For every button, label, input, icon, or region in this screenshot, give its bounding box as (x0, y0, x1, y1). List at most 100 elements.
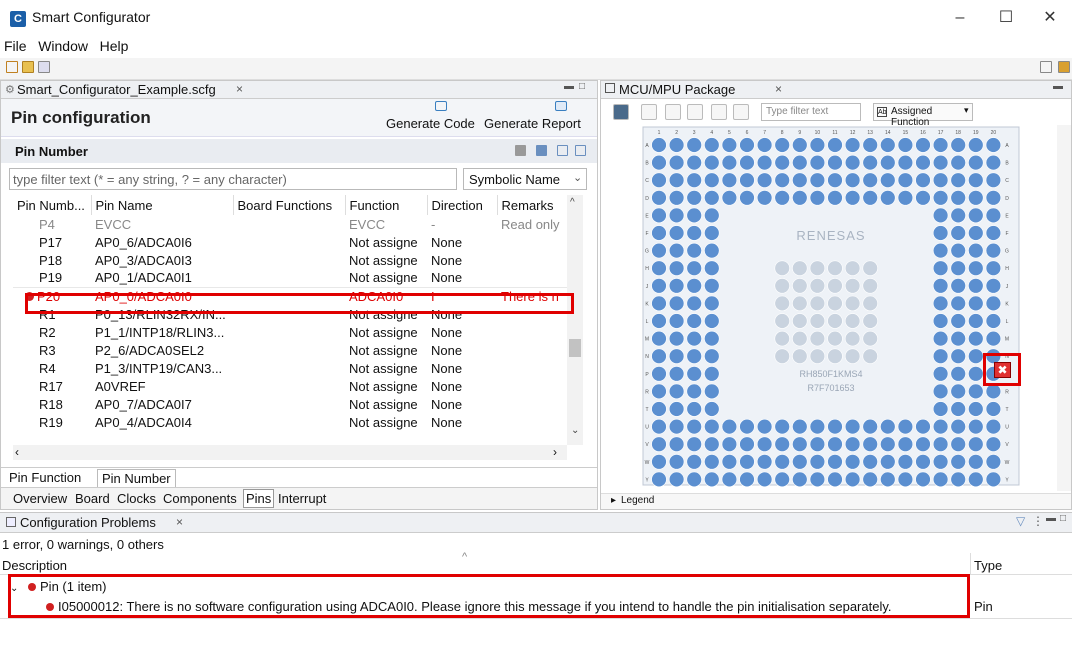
package-pin[interactable] (985, 383, 1002, 400)
package-pin[interactable] (915, 436, 931, 452)
package-pin[interactable] (686, 190, 702, 206)
package-pin[interactable] (668, 190, 685, 206)
package-pin[interactable] (809, 154, 826, 171)
package-pin[interactable] (739, 418, 755, 435)
package-pin[interactable] (756, 137, 773, 153)
package-pin[interactable] (932, 418, 949, 435)
package-pin[interactable] (792, 471, 808, 488)
table-row[interactable]: R19 AP0_4/ADCA0I4 Not assigne None (13, 413, 569, 431)
package-pin[interactable] (985, 190, 1002, 206)
filter-icon[interactable]: ▽ (1016, 514, 1025, 528)
package-pin[interactable] (932, 225, 949, 241)
table-h-scrollbar[interactable]: ‹ › (13, 445, 567, 460)
package-pin[interactable] (827, 348, 843, 364)
package-pin[interactable] (704, 454, 720, 470)
column-header[interactable]: Direction (427, 195, 498, 215)
package-pin[interactable] (968, 348, 984, 364)
package-pin[interactable] (915, 172, 931, 188)
package-pin[interactable] (862, 260, 878, 276)
package-pin[interactable] (862, 137, 878, 153)
package-pin[interactable] (739, 154, 755, 171)
package-pin[interactable] (774, 454, 790, 470)
package-pin[interactable] (721, 154, 738, 171)
package-pin[interactable] (668, 471, 685, 488)
package-pin[interactable] (668, 313, 685, 329)
package-pin[interactable] (968, 295, 984, 312)
fit-icon[interactable] (711, 104, 727, 120)
package-pin[interactable] (668, 366, 685, 382)
package-pin[interactable] (686, 418, 702, 435)
package-pin[interactable] (880, 454, 896, 470)
package-pin[interactable] (844, 330, 861, 347)
package-pin[interactable] (862, 436, 878, 452)
package-pin[interactable] (651, 172, 667, 188)
package-pin[interactable] (686, 260, 702, 276)
actual-size-icon[interactable] (733, 104, 749, 120)
package-pin[interactable] (721, 137, 738, 153)
package-pin[interactable] (827, 330, 843, 347)
package-pin[interactable] (686, 330, 702, 347)
package-pin[interactable] (792, 330, 808, 347)
package-pin[interactable] (985, 260, 1002, 276)
package-pin[interactable] (862, 348, 878, 364)
package-pin[interactable] (809, 313, 826, 329)
package-pin[interactable] (686, 313, 702, 329)
package-pin[interactable] (704, 348, 720, 364)
error-pin-icon[interactable]: ✖ (994, 362, 1011, 378)
package-pin[interactable] (809, 436, 826, 452)
package-pin[interactable] (651, 225, 667, 241)
package-pin[interactable] (932, 401, 949, 417)
package-pin[interactable] (985, 436, 1002, 452)
menu-window[interactable]: Window (34, 36, 92, 54)
type-column-header[interactable]: Type (974, 558, 1002, 573)
package-pin[interactable] (844, 471, 861, 488)
package-pin[interactable] (809, 330, 826, 347)
package-pin[interactable] (756, 154, 773, 171)
package-pin[interactable] (897, 137, 914, 153)
package-pin[interactable] (950, 436, 966, 452)
package-pin[interactable] (739, 454, 755, 470)
view-menu-icon[interactable]: ⋮ (1032, 514, 1044, 528)
package-pin[interactable] (651, 278, 667, 294)
package-pin[interactable] (915, 190, 931, 206)
save-image-icon[interactable] (613, 104, 629, 120)
package-pin[interactable] (686, 154, 702, 171)
table-scrollbar[interactable]: ^ ⌄ (567, 195, 583, 445)
package-pin[interactable] (704, 366, 720, 382)
package-pin[interactable] (950, 190, 966, 206)
rotate-icon[interactable] (641, 104, 657, 120)
package-pin[interactable] (827, 313, 843, 329)
package-pin[interactable] (686, 295, 702, 312)
column-header[interactable]: Board Functions (233, 195, 346, 215)
grid-view-icon[interactable] (536, 145, 547, 156)
package-pin[interactable] (668, 383, 685, 400)
package-pin[interactable] (774, 418, 790, 435)
generate-report-button[interactable]: Generate Report (484, 116, 581, 131)
package-pin[interactable] (739, 172, 755, 188)
package-pin[interactable] (844, 190, 861, 206)
package-pin[interactable] (932, 172, 949, 188)
package-pin[interactable] (651, 313, 667, 329)
package-pin[interactable] (968, 366, 984, 382)
package-pin[interactable] (968, 278, 984, 294)
package-pin[interactable] (950, 172, 966, 188)
tab-clocks[interactable]: Clocks (117, 491, 156, 506)
package-pin[interactable] (985, 207, 1002, 224)
package-pin[interactable] (721, 454, 738, 470)
package-pin[interactable] (756, 454, 773, 470)
package-pin[interactable] (704, 137, 720, 153)
tab-overview[interactable]: Overview (13, 491, 67, 506)
package-pin[interactable] (880, 471, 896, 488)
package-pin[interactable] (686, 401, 702, 417)
package-pin[interactable] (651, 348, 667, 364)
legend-toggle-icon[interactable]: ▸ (611, 495, 616, 506)
package-pin[interactable] (774, 190, 790, 206)
package-pin[interactable] (792, 454, 808, 470)
new-file-icon[interactable] (6, 61, 18, 73)
package-pin[interactable] (704, 278, 720, 294)
package-pin[interactable] (932, 383, 949, 400)
package-pin[interactable] (721, 418, 738, 435)
package-pin[interactable] (897, 190, 914, 206)
package-pin[interactable] (844, 154, 861, 171)
package-pin[interactable] (756, 418, 773, 435)
